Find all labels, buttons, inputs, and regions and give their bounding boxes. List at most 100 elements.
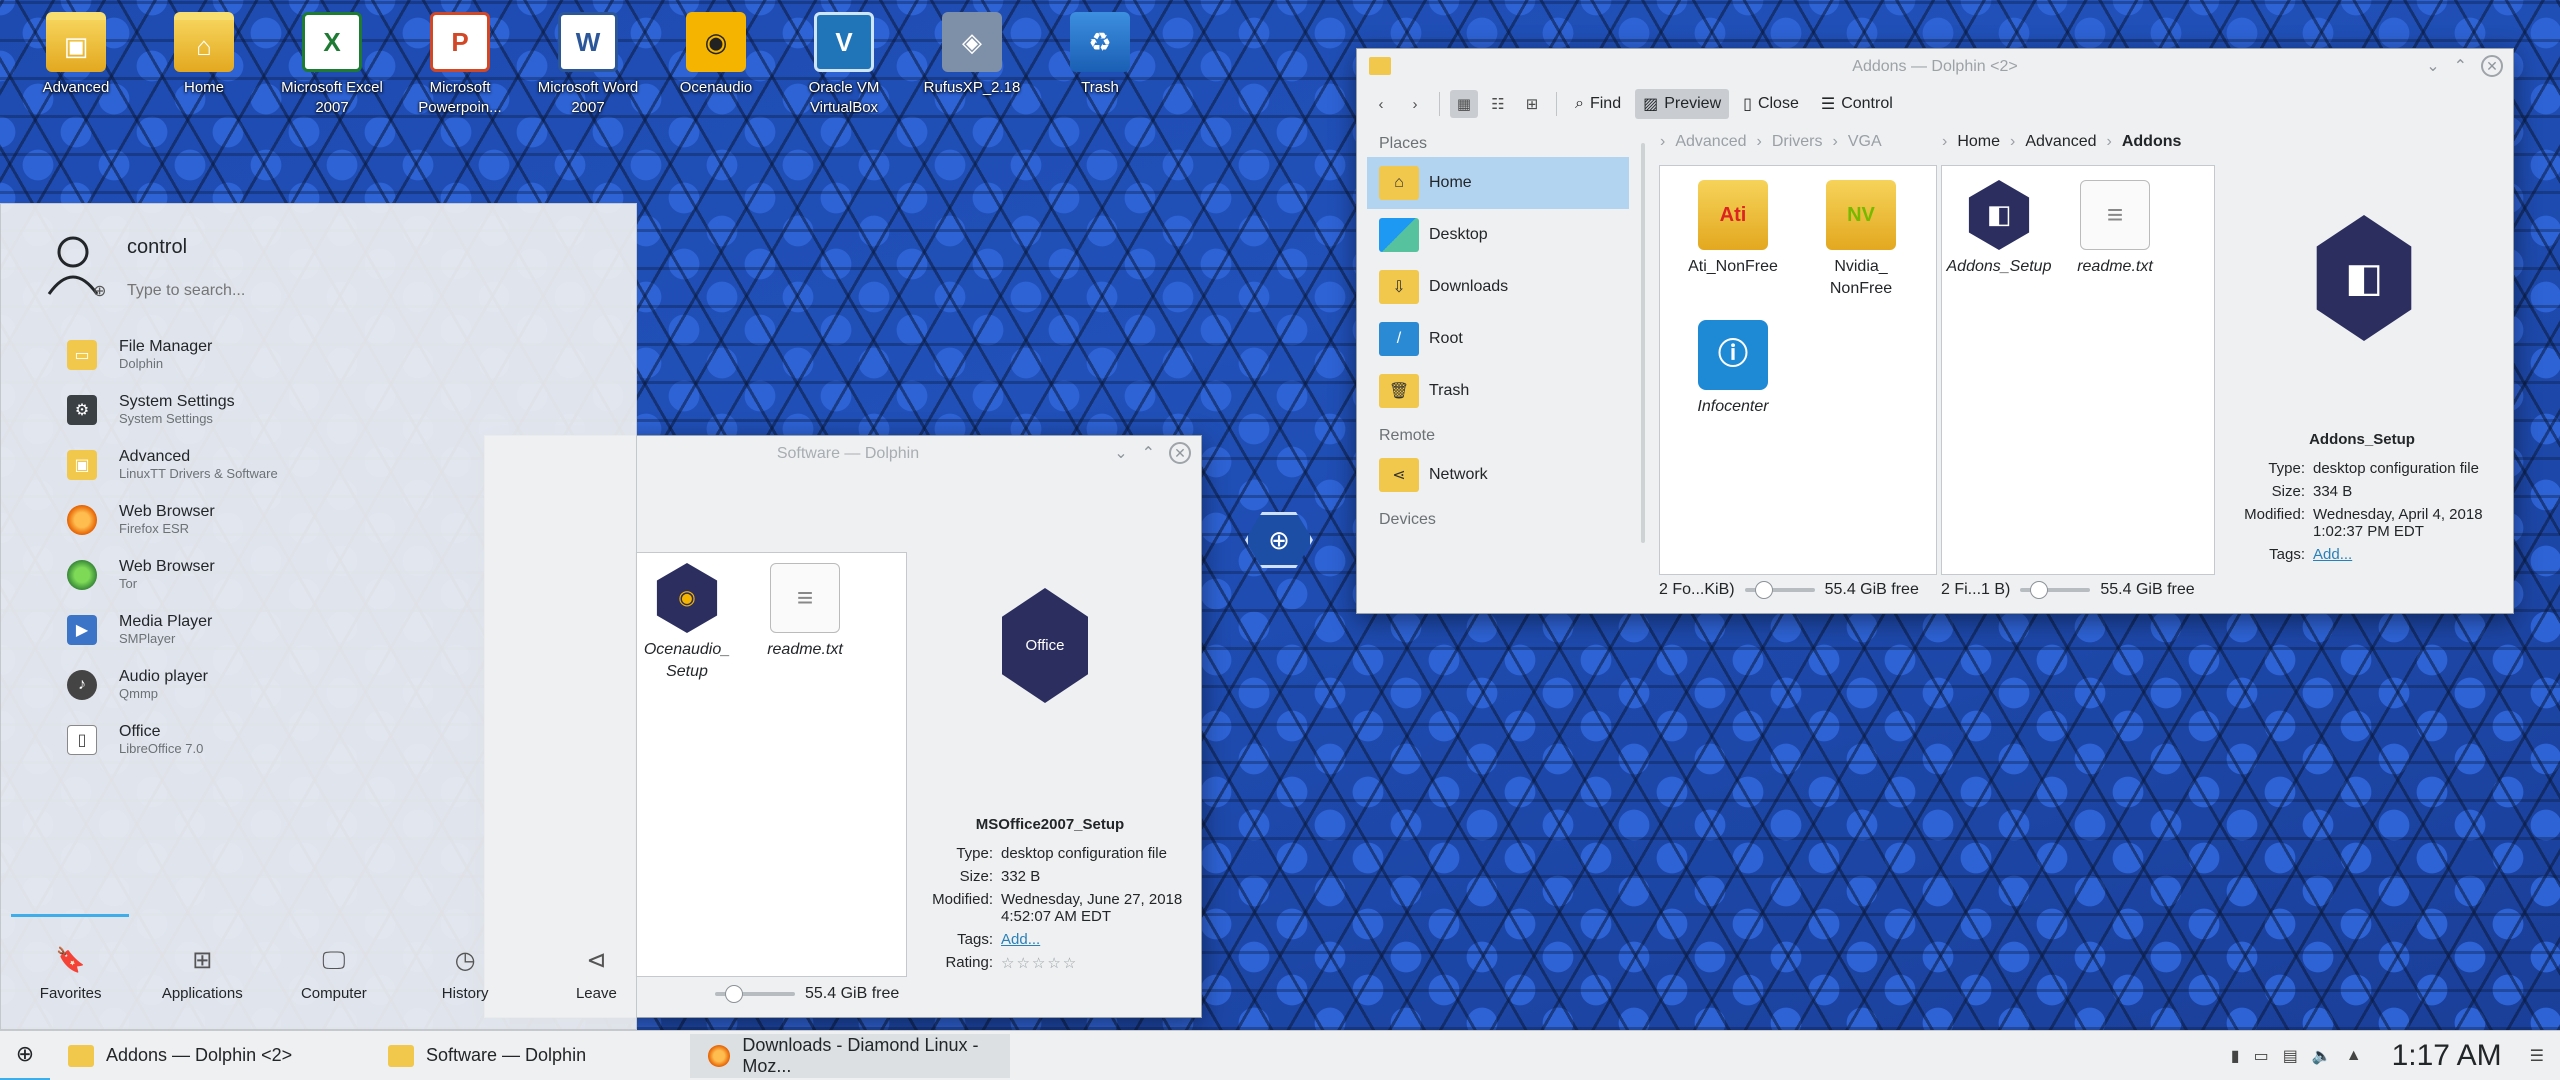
trash-icon: ♻ [1070, 12, 1130, 72]
minimize-icon[interactable]: ⌄ [1114, 443, 1127, 463]
launcher-item-advanced[interactable]: ▣ Advanced LinuxTT Drivers & Software [67, 448, 278, 481]
places-scrollbar[interactable] [1641, 143, 1645, 543]
close-split-button[interactable]: ▯ Close [1735, 89, 1807, 119]
launcher-search-input[interactable] [127, 282, 527, 300]
minimize-icon[interactable]: ⌄ [2426, 56, 2439, 76]
application-launcher[interactable]: ⊕ control ▭ File ManagerDolphin ⚙ System… [0, 203, 637, 1030]
tab-history[interactable]: ◷ History [426, 919, 505, 1029]
ati-folder-icon: Ati [1698, 180, 1768, 250]
window-title: Addons — Dolphin <2> [1852, 58, 2018, 75]
preview-button[interactable]: ▨ Preview [1635, 89, 1730, 119]
compact-view-icon[interactable]: ☷ [1484, 90, 1512, 118]
window-titlebar[interactable]: Addons — Dolphin <2> ⌄ ⌃ ✕ [1357, 49, 2513, 85]
nvidia-folder-icon: NV [1826, 180, 1896, 250]
desktop-icon-excel[interactable]: X Microsoft Excel 2007 [268, 12, 396, 117]
place-network[interactable]: ⋖ Network [1367, 449, 1629, 501]
rating-stars[interactable]: ☆☆☆☆☆ [1001, 954, 1185, 972]
panel-settings-icon[interactable]: ☰ [2530, 1046, 2544, 1066]
find-button[interactable]: ⌕ Find [1567, 90, 1629, 118]
file-pane[interactable]: ◉ Ocenaudio_ Setup ≡ readme.txt [635, 552, 907, 977]
tab-computer[interactable]: 🖵 Computer [294, 919, 373, 1029]
launcher-item-file-manager[interactable]: ▭ File Manager Dolphin [67, 338, 212, 371]
breadcrumb-right[interactable]: › Home › Advanced › Addons [1942, 133, 2181, 151]
desktop-icon-word[interactable]: W Microsoft Word 2007 [524, 12, 652, 117]
desktop-icon-ocenaudio[interactable]: ◉ Ocenaudio [652, 12, 780, 117]
desktop-icon-powerpoint[interactable]: P Microsoft Powerpoin... [396, 12, 524, 117]
desktop-icon-rufus[interactable]: ◈ RufusXP_2.18 [908, 12, 1036, 117]
zoom-slider[interactable] [1744, 581, 1815, 599]
control-menu-button[interactable]: ☰ Control [1813, 89, 1901, 119]
task-addons-dolphin[interactable]: Addons — Dolphin <2> [50, 1034, 370, 1078]
desktop-icon-trash[interactable]: ♻ Trash [1036, 12, 1164, 117]
tab-favorites[interactable]: 🔖 Favorites [31, 919, 110, 1029]
virtualbox-icon: V [814, 12, 874, 72]
desktop-icon-virtualbox[interactable]: V Oracle VM VirtualBox [780, 12, 908, 117]
excel-icon: X [302, 12, 362, 72]
root-folder-icon: / [1379, 322, 1419, 356]
document-icon: ▯ [67, 724, 97, 755]
icons-view-icon[interactable]: ▦ [1450, 90, 1478, 118]
media-player-icon: ▶ [67, 614, 97, 645]
tab-applications[interactable]: ⊞ Applications [162, 919, 243, 1029]
file-item[interactable]: ≡ readme.txt [2060, 180, 2170, 278]
usb-icon[interactable]: ▮ [2231, 1046, 2240, 1066]
maximize-icon[interactable]: ⌃ [1142, 443, 1155, 463]
launcher-tabs: 🔖 Favorites ⊞ Applications 🖵 Computer ◷ Hist… [1, 919, 636, 1029]
desktop-icon-home[interactable]: ⌂ Home [140, 12, 268, 117]
place-trash[interactable]: 🗑 Trash [1367, 365, 1629, 417]
file-pane-left[interactable]: Ati Ati_NonFree NV Nvidia_ NonFree ⓘ Inf… [1659, 165, 1937, 575]
image-icon: ▨ [1643, 96, 1659, 113]
volume-icon[interactable]: 🔈 [2312, 1046, 2332, 1066]
file-item[interactable]: NV Nvidia_ NonFree [1806, 180, 1916, 299]
addons-dolphin-window[interactable]: Addons — Dolphin <2> ⌄ ⌃ ✕ ‹ › ▦ ☷ ⊞ ⌕ Fi… [1356, 48, 2514, 614]
zoom-slider[interactable] [715, 985, 795, 1003]
audio-player-icon: ♪ [67, 669, 97, 700]
zoom-slider[interactable] [2020, 581, 2091, 599]
application-launcher-button[interactable]: ⊕ [0, 1031, 50, 1080]
details-view-icon[interactable]: ⊞ [1518, 90, 1546, 118]
bookmark-icon: 🔖 [55, 947, 86, 974]
launcher-item-tor[interactable]: Web Browser Tor [67, 558, 215, 591]
breadcrumb-left[interactable]: › Advanced › Drivers › VGA [1660, 133, 1882, 151]
clipboard-icon[interactable]: ▤ [2283, 1046, 2298, 1066]
forward-icon[interactable]: › [1401, 90, 1429, 118]
launcher-item-audio-player[interactable]: ♪ Audio player Qmmp [67, 668, 208, 701]
desktop-icon-advanced[interactable]: ▣ Advanced [12, 12, 140, 117]
display-icon[interactable]: ▭ [2254, 1046, 2269, 1066]
home-icon: ⌂ [1379, 166, 1419, 200]
info-icon: ⓘ [1698, 320, 1768, 390]
file-item[interactable]: ◉ Ocenaudio_ Setup [632, 563, 742, 682]
file-item[interactable]: Ati Ati_NonFree [1678, 180, 1788, 278]
expand-tray-icon[interactable]: ▲ [2346, 1047, 2362, 1065]
add-tags-link[interactable]: Add... [1001, 931, 1185, 948]
ocenaudio-setup-icon: ◉ [656, 563, 718, 633]
add-tags-link[interactable]: Add... [2313, 546, 2497, 563]
file-pane-right[interactable]: ◧ Addons_Setup ≡ readme.txt [1941, 165, 2215, 575]
settings-icon: ⚙ [67, 394, 97, 425]
folder-icon: ▭ [67, 339, 97, 370]
close-icon[interactable]: ✕ [1169, 442, 1191, 464]
powerpoint-icon: P [430, 12, 490, 72]
file-item[interactable]: ◧ Addons_Setup [1944, 180, 2054, 278]
launcher-item-media-player[interactable]: ▶ Media Player SMPlayer [67, 613, 212, 646]
place-desktop[interactable]: Desktop [1367, 209, 1629, 261]
launcher-item-system-settings[interactable]: ⚙ System Settings System Settings [67, 393, 235, 426]
back-icon[interactable]: ‹ [1367, 90, 1395, 118]
task-firefox-downloads[interactable]: Downloads - Diamond Linux - Moz... [690, 1033, 1010, 1078]
firefox-icon [708, 1044, 731, 1067]
launcher-item-firefox[interactable]: Web Browser Firefox ESR [67, 503, 215, 536]
tab-leave[interactable]: ⊲ Leave [557, 919, 636, 1029]
task-software-dolphin[interactable]: Software — Dolphin [370, 1034, 690, 1078]
place-downloads[interactable]: ⇩ Downloads [1367, 261, 1629, 313]
file-item[interactable]: ≡ readme.txt [750, 563, 860, 661]
close-icon[interactable]: ✕ [2481, 55, 2503, 77]
ocenaudio-icon: ◉ [686, 12, 746, 72]
place-root[interactable]: / Root [1367, 313, 1629, 365]
place-home[interactable]: ⌂ Home [1367, 157, 1629, 209]
clock-icon: ◷ [454, 947, 476, 974]
information-panel: MSOffice2007_Setup Type: desktop configur… [915, 816, 1185, 972]
maximize-icon[interactable]: ⌃ [2454, 56, 2467, 76]
launcher-item-office[interactable]: ▯ Office LibreOffice 7.0 [67, 723, 203, 756]
file-item[interactable]: ⓘ Infocenter [1678, 320, 1788, 418]
clock[interactable]: 1:17 AM [2392, 1039, 2502, 1073]
